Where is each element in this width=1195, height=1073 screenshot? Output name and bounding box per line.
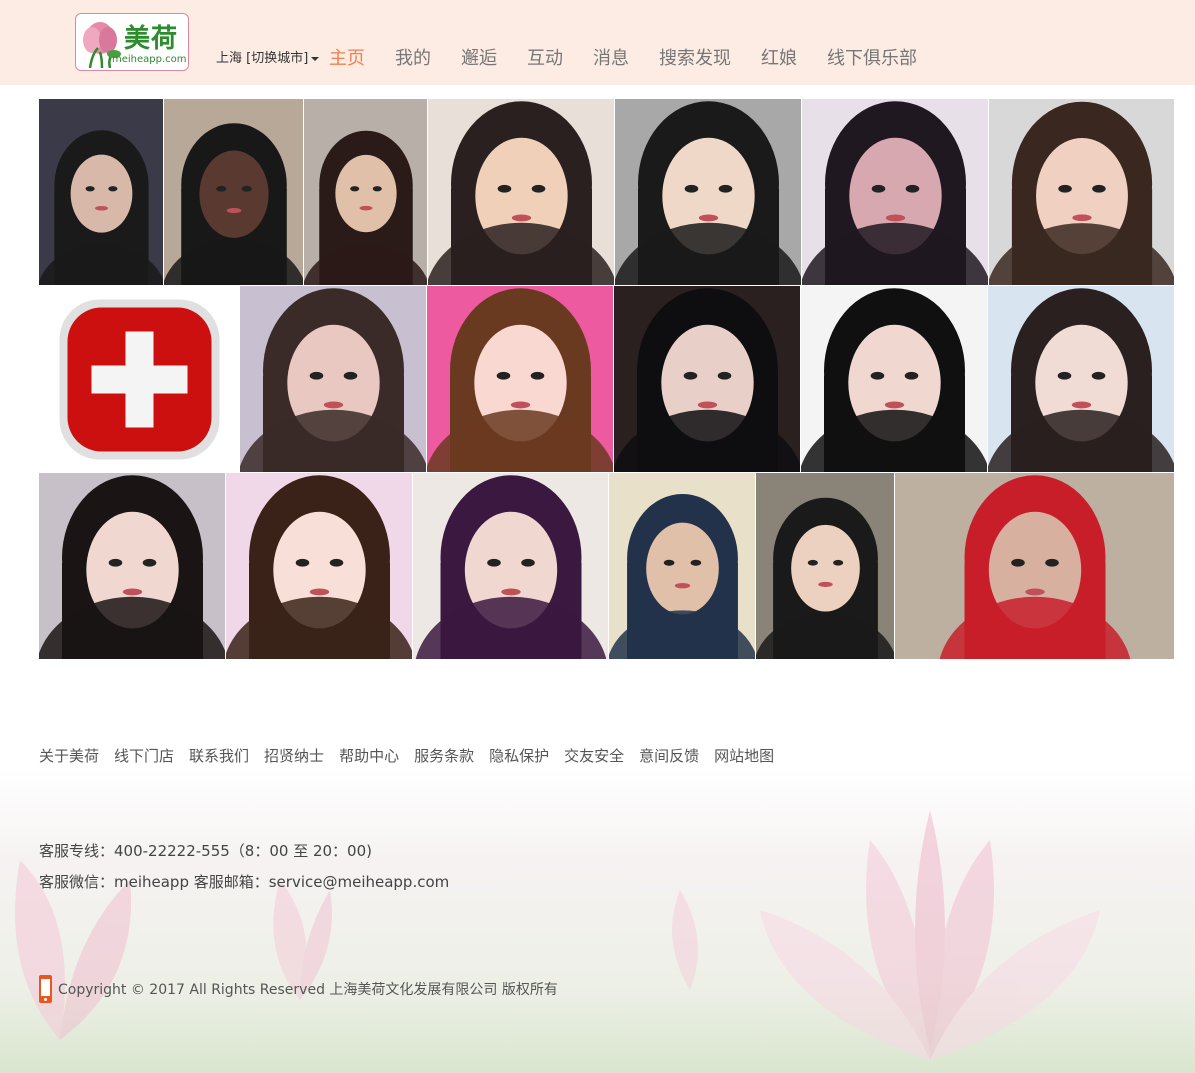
profile-photo[interactable] (609, 473, 756, 660)
profile-photo[interactable] (614, 286, 801, 473)
main-nav: 主页 我的 邂逅 互动 消息 搜索发现 红娘 线下俱乐部 (329, 44, 947, 70)
footer-link-contact[interactable]: 联系我们 (189, 745, 249, 766)
portrait-icon (609, 473, 755, 659)
logo-text: 美荷 (124, 24, 179, 54)
portrait-icon (240, 286, 426, 472)
header-bar: 美荷 meiheapp.com 上海 [切换城市] 主页 我的 邂逅 互动 消息… (0, 0, 1195, 85)
portrait-icon (226, 473, 412, 659)
footer-link-privacy[interactable]: 隐私保护 (489, 745, 549, 766)
profile-photo[interactable] (226, 473, 413, 660)
profile-photo[interactable] (756, 473, 895, 660)
nav-search[interactable]: 搜索发现 (659, 44, 731, 70)
profile-photo[interactable] (39, 99, 164, 286)
portrait-icon (614, 286, 800, 472)
portrait-icon (164, 99, 303, 285)
profile-photo[interactable] (895, 473, 1175, 660)
profile-photo[interactable] (304, 99, 428, 286)
red-cross-icon (39, 286, 239, 472)
customer-hotline: 客服专线：400-22222-555（8：00 至 20：00) (39, 842, 372, 860)
portrait-icon (801, 286, 987, 472)
city-label: 上海 [切换城市] (216, 51, 309, 66)
footer-link-feedback[interactable]: 意间反馈 (639, 745, 699, 766)
portrait-icon (428, 99, 614, 285)
footer-link-help[interactable]: 帮助中心 (339, 745, 399, 766)
red-cross-icon[interactable] (39, 286, 240, 473)
logo-domain: meiheapp.com (112, 54, 187, 65)
nav-messages[interactable]: 消息 (593, 44, 629, 70)
mobile-phone-icon[interactable] (39, 975, 52, 1003)
copyright-line: Copyright © 2017 All Rights Reserved 上海美… (39, 975, 558, 1003)
photo-grid (39, 99, 1175, 660)
site-logo[interactable]: 美荷 meiheapp.com (75, 13, 189, 71)
footer-link-safety[interactable]: 交友安全 (564, 745, 624, 766)
portrait-icon (413, 473, 608, 659)
nav-matchmaker[interactable]: 红娘 (761, 44, 797, 70)
portrait-icon (427, 286, 613, 472)
city-switcher[interactable]: 上海 [切换城市] (216, 47, 320, 66)
profile-photo[interactable] (988, 286, 1175, 473)
profile-photo[interactable] (801, 286, 988, 473)
profile-photo[interactable] (428, 99, 615, 286)
footer-link-careers[interactable]: 招贤纳士 (264, 745, 324, 766)
portrait-icon (756, 473, 894, 659)
profile-photo[interactable] (802, 99, 989, 286)
nav-mine[interactable]: 我的 (395, 44, 431, 70)
portrait-icon (895, 473, 1174, 659)
profile-photo[interactable] (427, 286, 614, 473)
footer-link-stores[interactable]: 线下门店 (114, 745, 174, 766)
copyright-text: Copyright © 2017 All Rights Reserved 上海美… (58, 982, 558, 998)
portrait-icon (988, 286, 1174, 472)
lotus-flower-image (15, 810, 1100, 1060)
footer-links: 关于美荷 线下门店 联系我们 招贤纳士 帮助中心 服务条款 隐私保护 交友安全 … (39, 745, 789, 766)
portrait-icon (615, 99, 801, 285)
footer-link-terms[interactable]: 服务条款 (414, 745, 474, 766)
nav-interact[interactable]: 互动 (527, 44, 563, 70)
profile-photo[interactable] (615, 99, 802, 286)
nav-offline-club[interactable]: 线下俱乐部 (827, 44, 917, 70)
footer-link-about[interactable]: 关于美荷 (39, 745, 99, 766)
lotus-background (0, 770, 1195, 1073)
portrait-icon (304, 99, 427, 285)
nav-home[interactable]: 主页 (329, 44, 365, 70)
profile-photo[interactable] (989, 99, 1175, 286)
portrait-icon (989, 99, 1174, 285)
portrait-icon (39, 99, 163, 285)
nav-encounter[interactable]: 邂逅 (461, 44, 497, 70)
portrait-icon (39, 473, 225, 659)
profile-photo[interactable] (413, 473, 609, 660)
customer-wechat-email: 客服微信：meiheapp 客服邮箱：service@meiheapp.com (39, 873, 450, 891)
portrait-icon (802, 99, 988, 285)
profile-photo[interactable] (164, 99, 304, 286)
caret-down-icon (311, 56, 320, 61)
footer-link-sitemap[interactable]: 网站地图 (714, 745, 774, 766)
profile-photo[interactable] (39, 473, 226, 660)
profile-photo[interactable] (240, 286, 427, 473)
